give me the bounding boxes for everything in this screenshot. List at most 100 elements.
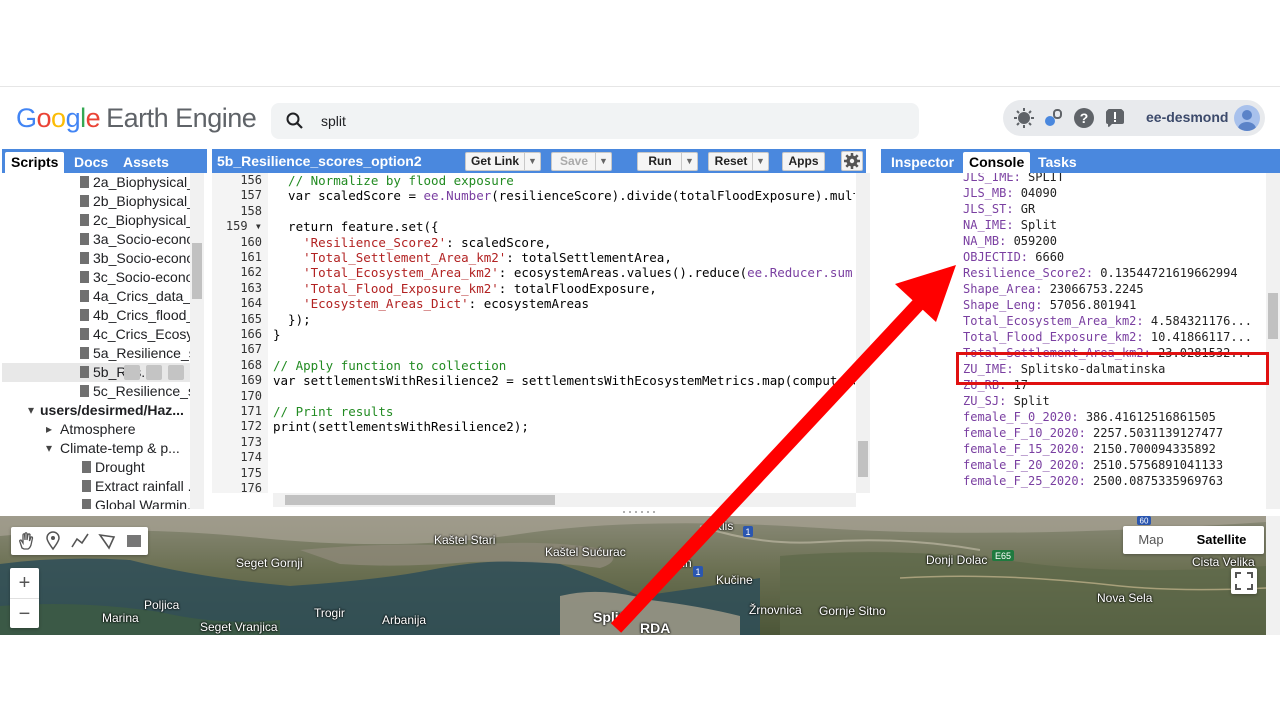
property-value: Split: [1020, 218, 1057, 232]
dropdown-arrow-icon[interactable]: ▼: [595, 153, 611, 170]
collapse-arrow-icon[interactable]: ▸: [46, 420, 52, 439]
logo-letter: o: [36, 103, 52, 133]
dropdown-arrow-icon[interactable]: ▼: [752, 153, 768, 170]
script-tree-item[interactable]: ▸ Atmosphere: [2, 420, 190, 439]
script-tree-item[interactable]: 4b_Crics_flood_e...: [2, 306, 192, 325]
script-tree-item[interactable]: 4c_Crics_Ecosyst...: [2, 325, 192, 344]
user-project-name[interactable]: ee-desmond: [1146, 109, 1228, 125]
logo-product-name: Earth Engine: [106, 103, 257, 133]
logo-letter: g: [65, 103, 81, 133]
script-tree-item[interactable]: Extract rainfall ...: [2, 477, 192, 496]
reset-button[interactable]: Reset ▼: [708, 152, 769, 171]
code-horizontal-scrollbar[interactable]: [273, 493, 856, 507]
line-number: 172: [240, 419, 262, 434]
tab-assets[interactable]: Assets: [117, 152, 175, 173]
script-tree-item[interactable]: 4a_Crics_data_im...: [2, 287, 192, 306]
delete-icon[interactable]: [168, 365, 184, 380]
save-button[interactable]: Save ▼: [551, 152, 612, 171]
zoom-out-button[interactable]: −: [10, 598, 39, 628]
script-tree-item[interactable]: 2a_Biophysical_re...: [2, 173, 192, 192]
file-icon: [80, 214, 89, 226]
line-draw-icon[interactable]: [70, 531, 90, 551]
page-scrollbar[interactable]: [1266, 516, 1280, 635]
code-token: 'Total_Flood_Exposure_km2': [273, 280, 499, 296]
notifications-icon[interactable]: [1042, 107, 1064, 129]
road-badge: 1: [745, 527, 750, 537]
console-property-row: JLS_MB: 04090: [963, 185, 1057, 201]
script-tree-label: 5c_Resilience_sc...: [93, 383, 192, 399]
script-tree-label: 5a_Resilience_sc...: [93, 345, 192, 361]
scripts-scrollbar[interactable]: [190, 173, 204, 509]
map-place-label: Seget Vranjica: [200, 620, 278, 634]
edit-icon[interactable]: [146, 365, 162, 380]
editor-settings-button[interactable]: [841, 151, 863, 171]
code-token: 'Resilience_Score2': [273, 234, 447, 250]
script-tree-item[interactable]: 3b_Socio-econom...: [2, 249, 192, 268]
pan-hand-icon[interactable]: [16, 531, 36, 551]
search-input[interactable]: [321, 109, 901, 133]
map-place-label: Marina: [102, 611, 139, 625]
script-tree-item[interactable]: Global Warmin...: [2, 496, 192, 509]
dropdown-arrow-icon[interactable]: ▼: [524, 153, 540, 170]
scrollbar-thumb[interactable]: [858, 441, 868, 477]
console-output: JLS_IME: SPLIT JLS_MB: 04090 JLS_ST: GR NA_…: [881, 173, 1265, 509]
tab-inspector[interactable]: Inspector: [885, 152, 960, 173]
earth-engine-logo[interactable]: Google Earth Engine: [16, 103, 257, 134]
reset-label: Reset: [714, 154, 748, 168]
map-type-satellite-button[interactable]: Satellite: [1179, 526, 1264, 554]
scrollbar-thumb[interactable]: [285, 495, 555, 505]
property-key: female_F_25_2020:: [963, 474, 1094, 488]
script-tree-item[interactable]: 5a_Resilience_sc...: [2, 344, 192, 363]
map-place-label: Trogir: [314, 606, 345, 620]
console-property-row: JLS_ST: GR: [963, 201, 1035, 217]
editor-toolbar: 5b_Resilience_scores_option2 Get Link ▼ S…: [212, 149, 866, 173]
dropdown-arrow-icon[interactable]: ▼: [681, 153, 697, 170]
avatar[interactable]: [1234, 105, 1260, 131]
tab-tasks[interactable]: Tasks: [1032, 152, 1083, 173]
script-tree-item[interactable]: 3c_Socio-econom...: [2, 268, 192, 287]
polygon-draw-icon[interactable]: [97, 531, 117, 551]
code-token: print(settlementsWithResilience2);: [273, 419, 529, 435]
scrollbar-thumb[interactable]: [1268, 293, 1278, 339]
help-icon[interactable]: ?: [1073, 107, 1095, 129]
map-type-map-button[interactable]: Map: [1123, 526, 1179, 554]
satellite-imagery: 60 E65 1 1: [0, 516, 1266, 635]
script-tree-item[interactable]: Drought: [2, 458, 190, 477]
property-key: OBJECTID:: [963, 250, 1036, 264]
expand-arrow-icon[interactable]: ▾: [28, 401, 34, 420]
code-token: var scaledScore =: [273, 188, 424, 204]
code-area[interactable]: // Normalize by flood exposure var scale…: [273, 173, 855, 493]
expand-arrow-icon[interactable]: ▾: [46, 439, 52, 458]
console-property-row: Total_Flood_Exposure_km2: 10.41866117...: [963, 329, 1252, 345]
script-tree-item[interactable]: 5c_Resilience_sc...: [2, 382, 192, 401]
search-bar[interactable]: [271, 103, 919, 139]
get-link-button[interactable]: Get Link ▼: [465, 152, 541, 171]
script-tree-item[interactable]: ▾ users/desirmed/Haz...: [2, 401, 190, 420]
tab-console[interactable]: Console: [963, 152, 1031, 173]
rectangle-draw-icon[interactable]: [124, 531, 144, 551]
theme-icon[interactable]: [1013, 107, 1035, 129]
console-scrollbar[interactable]: [1266, 173, 1280, 509]
script-tree-item[interactable]: 3a_Socio-econom...: [2, 230, 192, 249]
get-link-label: Get Link: [470, 154, 519, 168]
history-icon[interactable]: [124, 365, 140, 380]
tab-docs[interactable]: Docs: [68, 152, 114, 173]
panel-splitter-handle[interactable]: [620, 510, 660, 514]
map-view[interactable]: 60 E65 1 1 Klis Kaštel Stari Seget Gornji K…: [0, 516, 1280, 635]
script-tree-item[interactable]: 2c_Biophysical_re...: [2, 211, 192, 230]
feedback-icon[interactable]: [1104, 107, 1126, 129]
tab-scripts[interactable]: Scripts: [5, 152, 65, 173]
zoom-in-button[interactable]: +: [10, 568, 39, 598]
script-tree-item[interactable]: 2b_Biophysical_re...: [2, 192, 192, 211]
scrollbar-thumb[interactable]: [192, 243, 202, 299]
run-button[interactable]: Run ▼: [637, 152, 698, 171]
code-token: return feature.set({: [273, 219, 439, 235]
script-tree-item[interactable]: 5b_Res...: [2, 363, 190, 382]
gee-app-frame: GoogleEarth Engine ? ee-desmond Scripts …: [0, 86, 1280, 635]
apps-button[interactable]: Apps: [782, 152, 825, 171]
map-place-label: Split: [593, 609, 624, 625]
fullscreen-button[interactable]: [1231, 568, 1257, 594]
marker-icon[interactable]: [43, 531, 63, 551]
code-vertical-scrollbar[interactable]: [856, 173, 870, 493]
script-tree-item[interactable]: ▾ Climate-temp & p...: [2, 439, 190, 458]
